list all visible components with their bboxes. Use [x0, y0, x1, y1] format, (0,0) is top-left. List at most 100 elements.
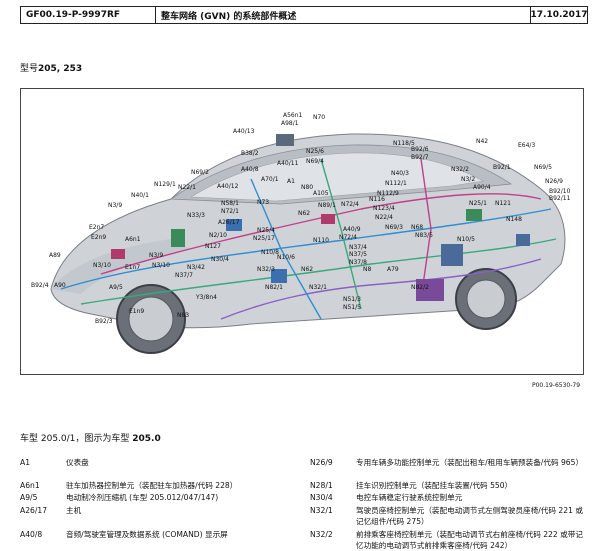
- component-label: N121: [495, 200, 511, 207]
- component-label: N37/8: [349, 259, 367, 266]
- component-label: N82/1: [265, 284, 283, 291]
- legend-description: 电控车辆稳定行驶系统控制单元: [356, 493, 463, 502]
- component-label: E1n7: [125, 264, 140, 271]
- component-label: E2n9: [91, 234, 106, 241]
- document-number: GF00.19-P-9997RF: [21, 7, 156, 23]
- component-label: A40/9: [343, 226, 361, 233]
- document-header: GF00.19-P-9997RF 整车网络 (GVN) 的系统部件概述 17.1…: [20, 6, 588, 24]
- component-label: A89: [49, 252, 61, 259]
- component-label: A40/12: [217, 183, 239, 190]
- component-label: A56n1: [283, 112, 303, 119]
- component-label: N32/3: [257, 266, 275, 273]
- component-label: A79: [387, 266, 399, 273]
- component-label: N62: [298, 210, 310, 217]
- component-label: A40/13: [233, 128, 255, 135]
- component-label: B92/6: [411, 146, 429, 153]
- component-label: B92/4: [31, 282, 49, 289]
- component-label: N129/1: [154, 181, 176, 188]
- component-label: N123/4: [373, 205, 395, 212]
- component-label: N22/1: [178, 184, 196, 191]
- component-label: N22/4: [375, 214, 393, 221]
- component-label: A105: [313, 190, 329, 197]
- component-label: N37/5: [349, 251, 367, 258]
- figure-caption: 车型 205.0/1，图示为车型 205.0: [20, 431, 161, 444]
- model-prefix: 型号: [20, 64, 39, 74]
- component-label: N40/3: [391, 170, 409, 177]
- component-label: N51/3: [343, 296, 361, 303]
- component-label: N3/42: [187, 264, 205, 271]
- component-label: N72/4: [339, 234, 357, 241]
- caption-text: 车型 205.0/1，图示为车型: [20, 434, 133, 444]
- component-label: N83: [177, 312, 189, 319]
- legend-description: 主机: [66, 506, 82, 515]
- model-line: 型号205, 253: [20, 61, 82, 74]
- legend-description: 仪表盘: [66, 458, 89, 467]
- component-label: N3/9: [149, 252, 163, 259]
- component-label: A26/17: [218, 219, 240, 226]
- component-label: N112/9: [377, 190, 399, 197]
- component-label: N58/1: [221, 200, 239, 207]
- component-label: N70: [313, 114, 325, 121]
- component-label: N26/9: [545, 178, 563, 185]
- component-label: N73: [257, 199, 269, 206]
- component-label: N148: [506, 216, 522, 223]
- legend-code: A9/5: [20, 493, 38, 502]
- component-label: N72/1: [221, 208, 239, 215]
- legend-code: A6n1: [20, 481, 40, 490]
- legend-code: N32/1: [310, 506, 333, 515]
- component-label: N33/3: [187, 212, 205, 219]
- caption-model: 205.0: [132, 434, 161, 444]
- component-label: N69/4: [306, 158, 324, 165]
- component-label: N42: [476, 138, 488, 145]
- component-label: N25/1: [469, 200, 487, 207]
- component-label: N68: [411, 224, 423, 231]
- component-label: N69/5: [534, 164, 552, 171]
- component-label: B92/3: [95, 318, 113, 325]
- component-label: B38/2: [241, 150, 259, 157]
- component-label: N8: [363, 266, 371, 273]
- component-label: N112/1: [385, 180, 407, 187]
- component-label: E64/3: [518, 142, 535, 149]
- component-label: A1: [287, 178, 295, 185]
- component-label: N2/10: [209, 232, 227, 239]
- component-label: N3/10: [93, 262, 111, 269]
- component-label: N10/5: [457, 236, 475, 243]
- component-label: A90/4: [473, 184, 491, 191]
- component-label: Y3/8n4: [195, 294, 217, 301]
- component-label: N25/4: [257, 227, 275, 234]
- figure-number: P00.19-6530-79: [532, 382, 581, 389]
- component-label: N127: [205, 243, 221, 250]
- component-label: B92/1: [493, 164, 511, 171]
- document-date: 17.10.2017: [530, 10, 588, 20]
- legend-code: N32/2: [310, 530, 333, 539]
- model-numbers: 205, 253: [38, 64, 83, 74]
- component-label: E1n9: [129, 308, 144, 315]
- component-label: N110: [313, 237, 329, 244]
- component-label: N25/6: [306, 148, 324, 155]
- component-label: A6n1: [125, 236, 141, 243]
- component-label: A40/11: [277, 160, 299, 167]
- component-label: N62: [301, 266, 313, 273]
- legend-code: A26/17: [20, 506, 48, 515]
- component-label: N37/7: [175, 272, 193, 279]
- document-title: 整车网络 (GVN) 的系统部件概述: [156, 7, 531, 23]
- legend-code: N30/4: [310, 493, 333, 502]
- component-label: N30/4: [211, 256, 229, 263]
- component-label: N83/5: [415, 232, 433, 239]
- component-label: N32/1: [309, 284, 327, 291]
- component-label: N69/2: [191, 169, 209, 176]
- component-label: A70/1: [261, 176, 279, 183]
- legend-description: 专用车辆多功能控制单元（装配出租车/租用车辆预装备/代码 965）: [356, 458, 584, 467]
- vehicle-network-figure: A56n1 A98/1 N70 A40/13 B38/2 N25/6 N69/4 A40/8 A…: [20, 88, 584, 375]
- legend-description: 驾驶员座椅控制单元（装配电动调节式左侧驾驶员座椅/代码 221 或记忆组件/代码…: [356, 506, 583, 526]
- component-label: N37/4: [349, 244, 367, 251]
- component-label: N80: [301, 184, 313, 191]
- component-label: N89/1: [318, 202, 336, 209]
- component-label: N40/1: [131, 192, 149, 199]
- legend-code: N26/9: [310, 458, 333, 467]
- component-label: N3/9: [108, 202, 122, 209]
- component-label-layer: A56n1A98/1N70A40/13B38/2 N25/6N69/4A40/8A…: [31, 112, 571, 325]
- legend-description: 挂车识别控制单元（装配挂车装置/代码 550）: [356, 481, 513, 490]
- component-label: N10/6: [277, 254, 295, 261]
- legend-code: A40/8: [20, 530, 43, 539]
